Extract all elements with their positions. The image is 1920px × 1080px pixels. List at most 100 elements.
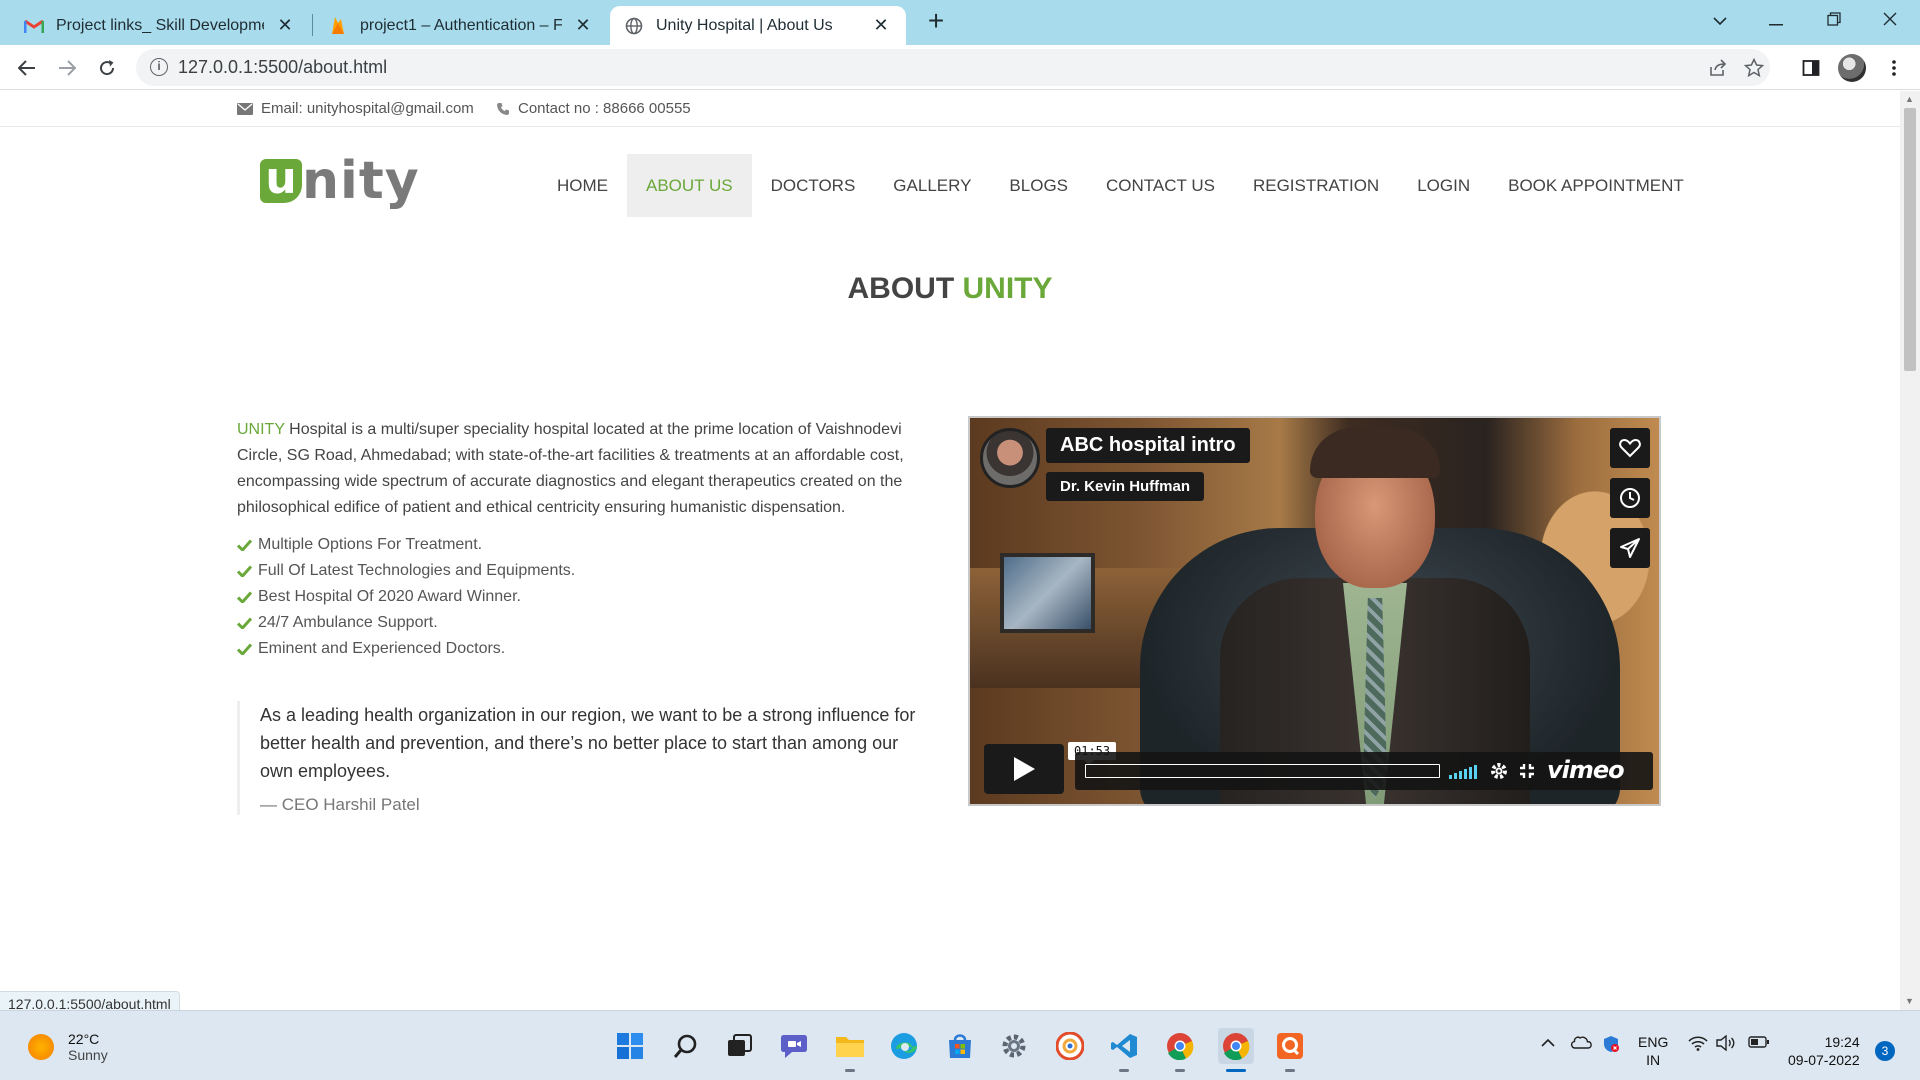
vimeo-logo[interactable]: vimeo (1547, 756, 1625, 784)
firebase-icon (328, 16, 348, 36)
settings-icon[interactable] (996, 1028, 1032, 1064)
volume-icon[interactable] (1449, 763, 1479, 779)
list-item: Best Hospital Of 2020 Award Winner. (237, 584, 575, 610)
language-indicator[interactable]: ENG IN (1638, 1033, 1668, 1069)
security-shield-icon[interactable] (1602, 1035, 1620, 1056)
tab-unity-hospital[interactable]: Unity Hospital | About Us ✕ (610, 6, 906, 45)
browser-menu-icon[interactable] (1880, 54, 1908, 82)
side-panel-icon[interactable] (1797, 54, 1825, 82)
start-icon[interactable] (612, 1028, 648, 1064)
gmail-icon (24, 16, 44, 36)
taskbar-clock[interactable]: 19:24 09-07-2022 (1788, 1033, 1860, 1069)
close-tab-icon[interactable]: ✕ (870, 15, 892, 36)
close-window-button[interactable] (1862, 0, 1918, 40)
tab-search-icon[interactable] (1692, 0, 1748, 40)
nav-gallery[interactable]: GALLERY (874, 154, 990, 217)
list-item: Full Of Latest Technologies and Equipmen… (237, 558, 575, 584)
feature-text: Full Of Latest Technologies and Equipmen… (258, 562, 576, 579)
page-viewport: Email: unityhospital@gmail.com Contact n… (0, 91, 1900, 1010)
back-button[interactable] (10, 51, 44, 85)
video-frame-person-hair (1310, 428, 1440, 478)
video-author[interactable]: Dr. Kevin Huffman (1046, 472, 1205, 501)
vscode-icon[interactable] (1106, 1028, 1142, 1072)
share-icon[interactable] (1706, 56, 1730, 80)
restore-button[interactable] (1806, 0, 1862, 40)
reload-button[interactable] (90, 51, 124, 85)
quick-app-icon[interactable] (1272, 1028, 1308, 1072)
scroll-down-arrow-icon[interactable]: ▼ (1905, 996, 1914, 1006)
new-tab-button[interactable]: + (920, 6, 952, 38)
fullscreen-icon[interactable] (1517, 761, 1537, 781)
check-icon (237, 565, 252, 577)
tab-firebase[interactable]: project1 – Authentication – Fireb ✕ (314, 6, 608, 45)
edge-icon[interactable] (886, 1028, 922, 1064)
nav-about-us[interactable]: ABOUT US (627, 154, 752, 217)
onedrive-cloud-icon[interactable] (1570, 1035, 1592, 1052)
play-icon (1014, 757, 1035, 781)
task-view-icon[interactable] (722, 1028, 758, 1064)
phone-icon (496, 102, 510, 116)
chrome-active-icon[interactable] (1218, 1028, 1254, 1072)
nav-doctors[interactable]: DOCTORS (752, 154, 875, 217)
feature-text: 24/7 Ambulance Support. (258, 614, 438, 631)
page-scrollbar[interactable]: ▲ ▼ (1900, 91, 1920, 1010)
share-paper-plane-icon[interactable] (1610, 528, 1650, 568)
site-info-icon[interactable]: i (150, 58, 168, 76)
settings-gear-icon[interactable] (1489, 761, 1509, 781)
logo-letter-block: u (260, 157, 302, 203)
close-tab-icon[interactable]: ✕ (572, 15, 594, 36)
weather-condition: Sunny (68, 1047, 108, 1063)
video-control-bar: vimeo (1075, 752, 1653, 790)
weather-widget[interactable]: 22°C Sunny (28, 1031, 108, 1063)
notification-count-badge[interactable]: 3 (1875, 1041, 1895, 1061)
tab-gmail[interactable]: Project links_ Skill Development W ✕ (10, 6, 310, 45)
tab-title: project1 – Authentication – Fireb (360, 16, 562, 34)
ceo-quote: As a leading health organization in our … (237, 701, 927, 815)
search-icon[interactable] (668, 1028, 704, 1064)
url-text: 127.0.0.1:5500/about.html (178, 57, 388, 77)
running-indicator (1175, 1069, 1185, 1072)
nav-registration[interactable]: REGISTRATION (1234, 154, 1398, 217)
intro-highlight: UNITY (237, 421, 285, 438)
nav-contact-us[interactable]: CONTACT US (1087, 154, 1234, 217)
scroll-up-arrow-icon[interactable]: ▲ (1905, 94, 1914, 104)
browser-tab-strip: Project links_ Skill Development W ✕ pro… (0, 0, 1920, 45)
minimize-button[interactable] (1748, 0, 1804, 40)
volume-speaker-icon[interactable] (1716, 1034, 1736, 1054)
profile-avatar[interactable] (1838, 54, 1866, 82)
tab-separator (312, 14, 313, 36)
nav-login[interactable]: LOGIN (1398, 154, 1489, 217)
brave-browser-icon[interactable] (1052, 1028, 1088, 1064)
unity-logo[interactable]: u nity (260, 147, 420, 211)
nav-book-appointment[interactable]: BOOK APPOINTMENT (1489, 154, 1703, 217)
check-icon (237, 539, 252, 551)
watch-later-clock-icon[interactable] (1610, 478, 1650, 518)
scrollbar-thumb[interactable] (1904, 108, 1916, 371)
show-hidden-icons-chevron-icon[interactable] (1540, 1035, 1556, 1051)
close-tab-icon[interactable]: ✕ (274, 15, 296, 36)
nav-home[interactable]: HOME (538, 154, 627, 217)
video-progress-track[interactable] (1085, 764, 1440, 778)
video-player[interactable]: ABC hospital intro Dr. Kevin Huffman 01:… (968, 416, 1661, 806)
battery-icon[interactable] (1748, 1035, 1770, 1052)
video-author-avatar[interactable] (980, 428, 1040, 488)
address-bar[interactable]: i 127.0.0.1:5500/about.html (136, 49, 1770, 86)
feature-text: Eminent and Experienced Doctors. (258, 640, 506, 657)
chat-icon[interactable] (776, 1028, 812, 1064)
forward-button[interactable] (50, 51, 84, 85)
file-explorer-icon[interactable] (832, 1028, 868, 1072)
video-title[interactable]: ABC hospital intro (1046, 428, 1250, 463)
play-button[interactable] (984, 744, 1064, 794)
like-heart-icon[interactable] (1610, 428, 1650, 468)
running-indicator (845, 1069, 855, 1072)
nav-blogs[interactable]: BLOGS (990, 154, 1087, 217)
title-prefix: ABOUT (847, 272, 955, 305)
tab-title: Project links_ Skill Development W (56, 16, 264, 34)
logo-text: nity (302, 151, 420, 211)
wifi-icon[interactable] (1688, 1035, 1708, 1054)
microsoft-store-icon[interactable] (942, 1028, 978, 1064)
chrome-profile-icon[interactable] (1162, 1028, 1198, 1072)
contact-topbar: Email: unityhospital@gmail.com Contact n… (0, 91, 1900, 127)
feature-text: Multiple Options For Treatment. (258, 536, 483, 553)
bookmark-star-icon[interactable] (1742, 56, 1766, 80)
